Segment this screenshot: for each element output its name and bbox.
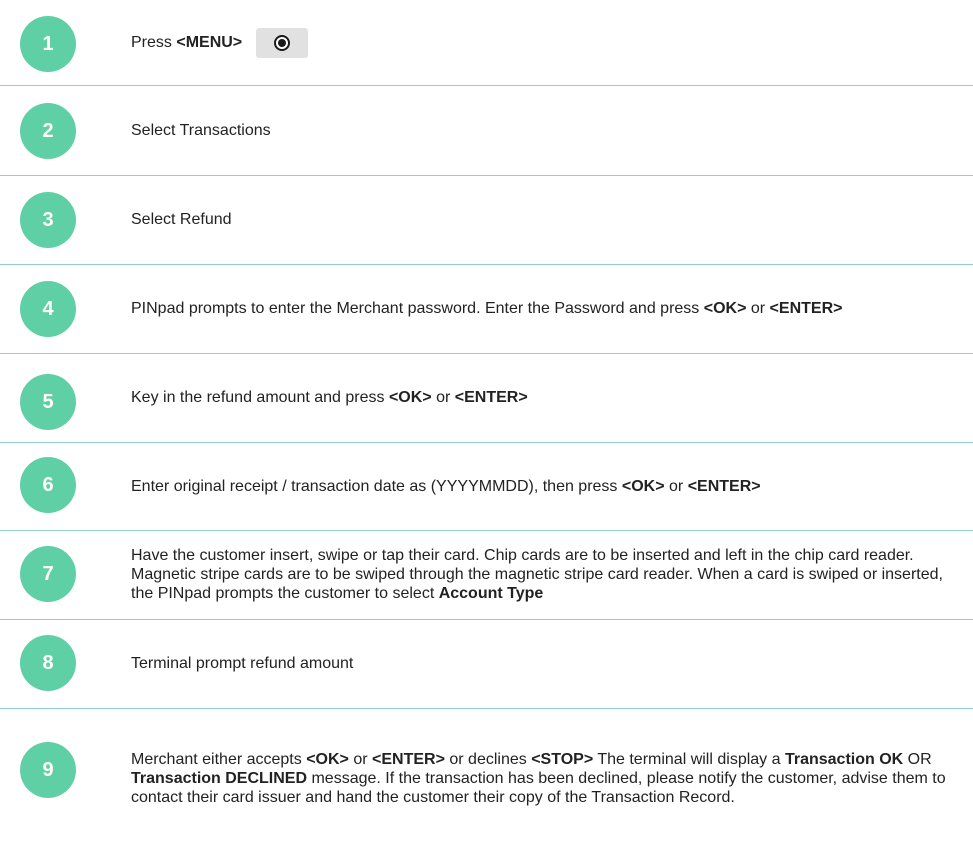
step-text-run: Terminal prompt refund amount: [131, 655, 354, 672]
step-number-badge: 7: [20, 546, 76, 602]
step-text-run: Transaction OK: [784, 750, 904, 768]
step-row-4: 4 PINpad prompts to enter the Merchant pa…: [0, 264, 973, 353]
step-text-run: <OK>: [621, 477, 665, 495]
step-divider: [0, 175, 973, 176]
step-text: Select Transactions: [131, 85, 959, 175]
step-text: Enter original receipt / transaction dat…: [131, 442, 959, 530]
step-number-badge: 9: [20, 742, 76, 798]
step-row-3: 3 Select Refund: [0, 175, 973, 264]
step-divider: [0, 85, 973, 86]
step-divider: [0, 264, 973, 265]
step-text-run: <ENTER>: [372, 750, 445, 768]
step-number-badge: 1: [20, 16, 76, 72]
step-divider: [0, 708, 973, 709]
step-text: Press <MENU>: [131, 0, 959, 85]
step-number-badge: 5: [20, 374, 76, 430]
step-divider: [0, 619, 973, 620]
step-text: PINpad prompts to enter the Merchant pas…: [131, 264, 959, 353]
step-text: Merchant either accepts <OK> or <ENTER> …: [131, 708, 959, 848]
step-number-badge: 2: [20, 103, 76, 159]
step-text-run: <OK>: [703, 300, 747, 317]
step-row-7: 7 Have the customer insert, swipe or tap …: [0, 530, 973, 619]
step-text-run: or: [431, 389, 455, 406]
step-number-badge: 3: [20, 192, 76, 248]
step-row-1: 1 Press <MENU>: [0, 0, 973, 85]
menu-button-dot: [278, 38, 287, 47]
step-text-run: or: [746, 300, 770, 317]
step-divider: [0, 353, 973, 354]
step-row-5: 5 Key in the refund amount and press <OK>…: [0, 353, 973, 442]
step-text-run: <ENTER>: [687, 477, 761, 495]
step-text-run: Enter original receipt / transaction dat…: [131, 477, 622, 495]
step-row-6: 6 Enter original receipt / transaction da…: [0, 442, 973, 530]
step-text-run: or: [664, 477, 688, 495]
step-text-run: or declines: [444, 750, 532, 768]
step-number-badge: 8: [20, 635, 76, 691]
step-text-run: Account Type: [438, 585, 544, 602]
step-text-run: OR: [903, 750, 932, 768]
step-divider: [0, 442, 973, 443]
step-text-run: <MENU>: [176, 34, 243, 51]
step-text: Select Refund: [131, 175, 959, 264]
step-divider: [0, 530, 973, 531]
step-row-2: 2 Select Transactions: [0, 85, 973, 175]
refund-steps-list: 1 Press <MENU> 2 Select Transactions 3 Select…: [0, 0, 973, 848]
step-text-run: <OK>: [388, 389, 432, 406]
step-text-run: <ENTER>: [769, 300, 843, 317]
step-text-run: Key in the refund amount and press: [131, 389, 389, 406]
step-text-run: Press: [131, 34, 177, 51]
menu-button-icon: [256, 27, 309, 58]
menu-button-ring: [274, 34, 291, 51]
step-number-badge: 4: [20, 281, 76, 337]
step-number-badge: 6: [20, 457, 76, 513]
step-text-run: The terminal will display a: [593, 750, 785, 768]
step-text: Have the customer insert, swipe or tap t…: [131, 530, 959, 619]
step-text-run: PINpad prompts to enter the Merchant pas…: [131, 300, 704, 317]
step-text: Key in the refund amount and press <OK> …: [131, 353, 959, 442]
step-text-run: Select Refund: [131, 211, 232, 228]
step-text-run: Merchant either accepts: [131, 750, 307, 768]
step-text: Terminal prompt refund amount: [131, 619, 959, 708]
step-row-9: 9 Merchant either accepts <OK> or <ENTER>…: [0, 708, 973, 848]
step-text-run: <ENTER>: [454, 389, 528, 406]
step-text-run: <STOP>: [531, 750, 594, 768]
step-text-run: Select Transactions: [131, 121, 271, 139]
step-text-run: Transaction DECLINED: [131, 769, 308, 787]
step-text-run: <OK>: [306, 750, 349, 768]
step-row-8: 8 Terminal prompt refund amount: [0, 619, 973, 708]
step-text-run: or: [348, 750, 373, 768]
